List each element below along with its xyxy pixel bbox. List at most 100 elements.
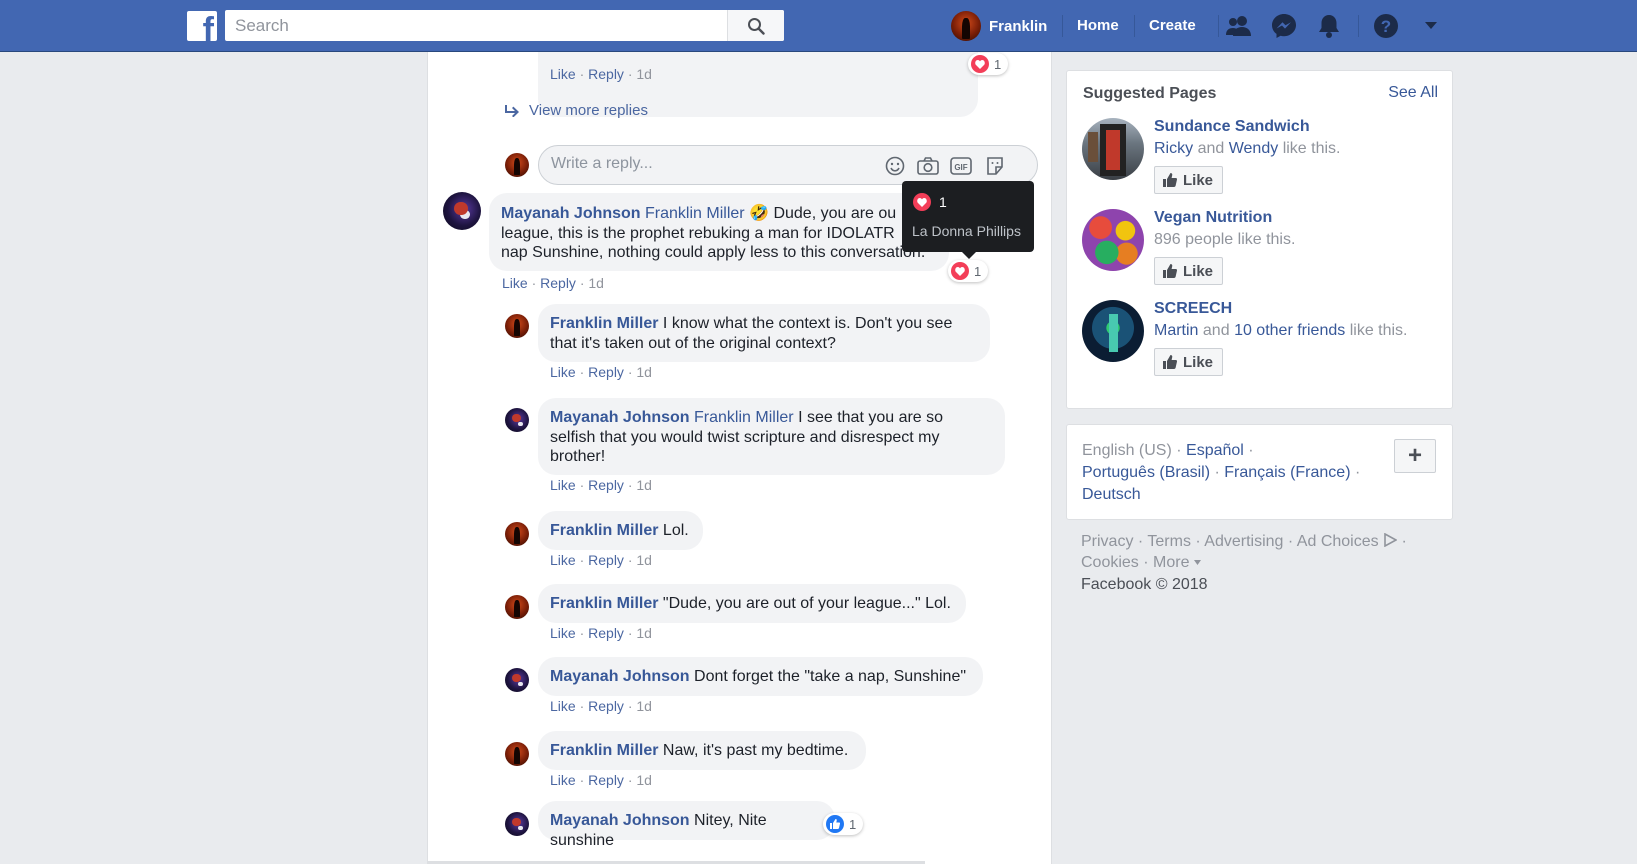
reply-author[interactable]: Franklin Miller [550, 522, 658, 539]
reaction-badge[interactable]: 1 [823, 813, 864, 835]
emoji-icon[interactable] [884, 155, 906, 177]
reply-text: Dont forget the "take a nap, Sunshine" [694, 668, 967, 685]
terms-link[interactable]: Terms [1147, 533, 1191, 550]
privacy-link[interactable]: Privacy [1081, 533, 1133, 550]
search-button[interactable] [727, 10, 784, 41]
add-language-button[interactable]: + [1394, 439, 1436, 473]
comment-mention[interactable]: Franklin Miller [645, 205, 745, 222]
page-thumbnail[interactable] [1082, 209, 1144, 271]
camera-icon[interactable] [917, 155, 939, 177]
like-link[interactable]: Like [550, 477, 576, 493]
view-more-replies-link[interactable]: View more replies [505, 102, 648, 119]
reply-link[interactable]: Reply [588, 625, 624, 641]
more-link[interactable]: More [1153, 554, 1201, 571]
language-link[interactable]: Español [1186, 442, 1244, 459]
reply-avatar[interactable] [505, 668, 529, 692]
reply-avatar[interactable] [505, 742, 529, 766]
timestamp: 1d [636, 364, 652, 380]
reply-avatar[interactable] [505, 522, 529, 546]
reply-text: Lol. [662, 522, 689, 539]
page-name[interactable]: Sundance Sandwich [1154, 118, 1310, 136]
reply-author[interactable]: Mayanah Johnson [550, 812, 690, 829]
notifications-icon[interactable] [1315, 12, 1343, 40]
reply-link[interactable]: Reply [588, 698, 624, 714]
reply-text: I know what the context is. Don't you se… [662, 315, 953, 332]
search-icon [748, 17, 765, 35]
reply-avatar[interactable] [505, 595, 529, 619]
reply-input[interactable] [551, 155, 871, 173]
reply-link[interactable]: Reply [588, 364, 624, 380]
reply-bubble: Mayanah Johnson Franklin Miller I see th… [538, 398, 1005, 475]
friend-link[interactable]: 10 other friends [1234, 322, 1345, 339]
like-link[interactable]: Like [502, 275, 528, 291]
reply-actions: Like · Reply · 1d [550, 625, 652, 641]
comment-text: nap Sunshine, nothing could apply less t… [501, 244, 926, 261]
reply-link[interactable]: Reply [588, 552, 624, 568]
like-link[interactable]: Like [550, 698, 576, 714]
friend-link[interactable]: Wendy [1229, 140, 1279, 157]
reply-bubble: Mayanah Johnson Nitey, Nite sunshine [538, 801, 835, 849]
friend-link[interactable]: Ricky [1154, 140, 1193, 157]
search-input[interactable] [225, 10, 725, 41]
like-link[interactable]: Like [550, 772, 576, 788]
reply-author[interactable]: Mayanah Johnson [550, 409, 690, 426]
reply-avatar[interactable] [505, 408, 529, 432]
reply-author[interactable]: Franklin Miller [550, 595, 658, 612]
profile-link[interactable]: Franklin [951, 10, 1047, 42]
page-name[interactable]: SCREECH [1154, 300, 1232, 318]
page-thumbnail[interactable] [1082, 300, 1144, 362]
reply-bubble: Mayanah Johnson Dont forget the "take a … [538, 657, 983, 696]
love-reaction-icon [971, 55, 989, 73]
chevron-down-icon [1193, 560, 1201, 565]
like-link[interactable]: Like [550, 66, 576, 82]
reply-mention[interactable]: Franklin Miller [694, 409, 794, 426]
like-link[interactable]: Like [550, 625, 576, 641]
like-page-button[interactable]: Like [1154, 166, 1224, 194]
reply-link[interactable]: Reply [588, 772, 624, 788]
gif-icon[interactable]: GIF [950, 155, 972, 177]
language-link[interactable]: Deutsch [1082, 486, 1141, 503]
comment-author[interactable]: Mayanah Johnson [501, 205, 641, 222]
advertising-link[interactable]: Advertising [1204, 533, 1283, 550]
reply-link[interactable]: Reply [588, 66, 624, 82]
account-menu-arrow-icon[interactable] [1417, 12, 1445, 40]
page-name[interactable]: Vegan Nutrition [1154, 209, 1272, 227]
reply-author[interactable]: Franklin Miller [550, 742, 658, 759]
reply-link[interactable]: Reply [588, 477, 624, 493]
like-page-button[interactable]: Like [1154, 257, 1224, 285]
svg-text:?: ? [1381, 17, 1391, 36]
reply-avatar[interactable] [505, 314, 529, 338]
like-link[interactable]: Like [550, 552, 576, 568]
reply-link[interactable]: Reply [540, 275, 576, 291]
ad-choices-link[interactable]: Ad Choices [1297, 532, 1398, 550]
friend-link[interactable]: Martin [1154, 322, 1198, 339]
commenter-avatar[interactable] [443, 192, 481, 230]
language-link[interactable]: Français (France) [1224, 464, 1350, 481]
page-thumbnail[interactable] [1082, 118, 1144, 180]
nav-divider [1358, 15, 1359, 37]
facebook-logo[interactable]: f [187, 11, 217, 41]
sticker-icon[interactable] [984, 155, 1006, 177]
friend-requests-icon[interactable] [1225, 12, 1253, 40]
messenger-icon[interactable] [1270, 12, 1298, 40]
create-link[interactable]: Create [1149, 17, 1196, 34]
reply-avatar[interactable] [505, 812, 529, 836]
cookies-link[interactable]: Cookies [1081, 554, 1139, 571]
like-link[interactable]: Like [550, 364, 576, 380]
language-link[interactable]: Português (Brasil) [1082, 464, 1210, 481]
timestamp: 1d [588, 275, 604, 291]
reaction-tooltip: 1 La Donna Phillips [902, 181, 1034, 259]
like-page-button[interactable]: Like [1154, 348, 1224, 376]
reaction-badge[interactable]: 1 [948, 260, 989, 282]
help-icon[interactable]: ? [1372, 12, 1400, 40]
timestamp: 1d [636, 772, 652, 788]
timestamp: 1d [636, 66, 652, 82]
reply-author[interactable]: Mayanah Johnson [550, 668, 690, 685]
timestamp: 1d [636, 698, 652, 714]
home-link[interactable]: Home [1077, 17, 1119, 34]
language-line: English (US) · Español · [1082, 442, 1254, 459]
see-all-link[interactable]: See All [1388, 84, 1438, 102]
reaction-badge[interactable]: 1 [968, 53, 1009, 75]
suggested-pages-title: Suggested Pages [1083, 85, 1217, 102]
reply-author[interactable]: Franklin Miller [550, 315, 658, 332]
